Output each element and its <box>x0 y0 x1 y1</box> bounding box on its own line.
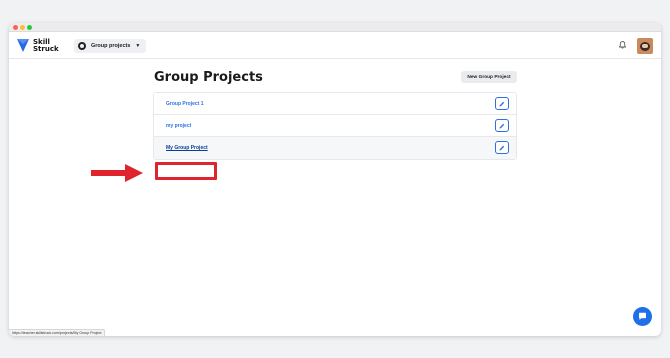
group-projects-dropdown[interactable]: Group projects ▼ <box>74 39 147 53</box>
maximize-window-button[interactable] <box>27 25 32 30</box>
annotation-highlight-box <box>155 162 217 180</box>
project-link[interactable]: My Group Project <box>166 145 208 151</box>
chat-support-button[interactable] <box>633 307 652 326</box>
project-row: Group Project 1 <box>154 93 516 115</box>
edit-project-button[interactable] <box>495 97 509 110</box>
project-link[interactable]: Group Project 1 <box>166 101 204 107</box>
browser-window: Skill Struck Group projects ▼ Group Proj… <box>9 23 661 336</box>
logo-text-line2: Struck <box>33 44 59 53</box>
project-link[interactable]: my project <box>166 123 191 129</box>
page-title: Group Projects <box>154 70 263 85</box>
project-row: my project <box>154 115 516 137</box>
skillstruck-logo[interactable]: Skill Struck <box>17 39 59 52</box>
close-window-button[interactable] <box>13 25 18 30</box>
new-group-project-button[interactable]: New Group Project <box>461 71 517 83</box>
project-row: My Group Project <box>154 137 516 159</box>
chevron-down-icon: ▼ <box>135 43 141 49</box>
group-dropdown-label: Group projects <box>91 43 131 49</box>
annotation-arrow-icon <box>91 164 143 182</box>
project-list: Group Project 1 my project My Group Proj… <box>153 92 517 160</box>
edit-project-button[interactable] <box>495 141 509 154</box>
edit-project-button[interactable] <box>495 119 509 132</box>
pencil-icon <box>499 101 505 106</box>
skillstruck-logo-icon <box>17 39 29 52</box>
window-titlebar <box>9 23 661 32</box>
notification-bell-icon[interactable] <box>619 41 626 49</box>
pencil-icon <box>499 145 505 150</box>
group-icon <box>78 42 86 50</box>
browser-status-bar: https://teacher.skillstruck.com/projects… <box>9 329 106 336</box>
chat-bubble-icon <box>639 312 646 320</box>
user-avatar[interactable] <box>637 38 653 54</box>
minimize-window-button[interactable] <box>20 25 25 30</box>
logo-text: Skill Struck <box>33 39 59 52</box>
top-navigation: Skill Struck Group projects ▼ <box>9 32 661 59</box>
pencil-icon <box>499 123 505 128</box>
